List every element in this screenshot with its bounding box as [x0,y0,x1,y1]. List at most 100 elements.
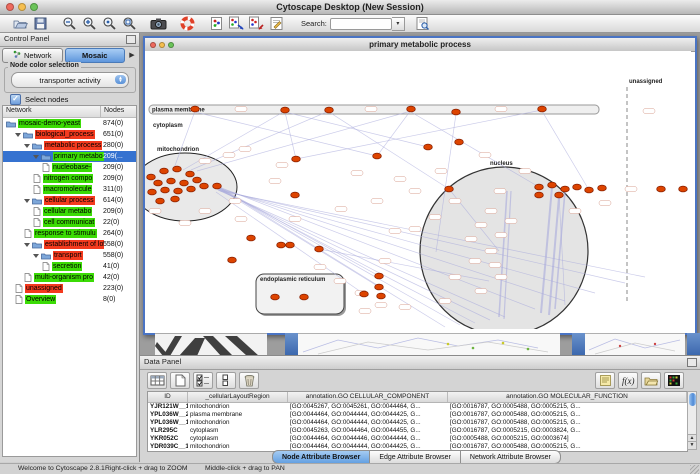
expand-arrow-icon[interactable] [33,254,39,258]
network-node[interactable] [187,186,196,192]
network-node[interactable] [445,186,454,192]
network-node[interactable] [147,174,156,180]
network-nodes-icon[interactable] [208,16,225,32]
background-window-edge[interactable] [285,333,298,355]
network-node[interactable] [281,107,290,113]
resize-grip[interactable] [690,465,699,474]
search-config-icon[interactable] [414,16,431,32]
tree-row-cellular-metabo[interactable]: cellular metabo209(0) [3,206,136,217]
network-edge[interactable] [542,111,589,190]
tree-row-cell-communicat[interactable]: cell communicat22(0) [3,217,136,228]
tree-row-cellular-process[interactable]: cellular process614(0) [3,195,136,206]
tab-node-attribute-browser[interactable]: Node Attribute Browser [272,450,370,464]
table-row[interactable]: YLR295Ccytoplasm[GO:0045263, GO:0044464,… [148,427,687,435]
network-node[interactable] [375,273,384,279]
select-nodes-checkbox[interactable]: ✓ [10,94,21,105]
tree-row-establishment-of-lo[interactable]: establishment of lo558(0) [3,239,136,250]
tree-row-macromolecule[interactable]: macromolecule311(0) [3,184,136,195]
network-node[interactable] [247,235,256,241]
network-node[interactable] [452,109,461,115]
network-node[interactable] [277,242,286,248]
tree-row-response-to-stimulu[interactable]: response to stimulu264(0) [3,228,136,239]
network-node[interactable] [213,183,222,189]
network-node[interactable] [548,182,557,188]
expand-arrow-icon[interactable] [24,144,30,148]
node-color-dropdown[interactable]: transporter activity ▲▼ [11,72,129,88]
table-row[interactable]: YPL036W__1mitochondrion[GO:0044464, GO:0… [148,419,687,427]
open-icon[interactable] [12,16,29,32]
tree-row-multi-organism-pro[interactable]: multi-organism pro42(0) [3,272,136,283]
network-node[interactable] [561,186,570,192]
network-node[interactable] [455,139,464,145]
network-node[interactable] [538,106,547,112]
network-node[interactable] [424,144,433,150]
network-node[interactable] [161,187,170,193]
tree-row-metabolic-process[interactable]: metabolic process280(0) [3,140,136,151]
scrollbar-thumb[interactable] [689,393,696,406]
network-export-icon[interactable] [248,16,265,32]
help-lifesaver-icon[interactable] [179,16,196,32]
network-node[interactable] [167,178,176,184]
column-header-3[interactable]: annotation.GO MOLECULAR_FUNCTION [448,392,687,402]
network-node[interactable] [315,246,324,252]
float-panel-icon[interactable] [687,358,697,367]
search-input[interactable] [330,18,392,30]
background-window-canvas[interactable] [298,333,560,355]
network-node[interactable] [535,184,544,190]
delete-attribute-icon[interactable] [239,372,259,389]
network-node[interactable] [186,171,195,177]
network-node[interactable] [156,198,165,204]
save-icon[interactable] [32,16,49,32]
tree-row-biological-process[interactable]: biological_process651(0) [3,129,136,140]
table-row[interactable]: YKR052Ccytoplasm[GO:0044464, GO:0044446,… [148,435,687,443]
network-edge[interactable] [183,111,285,170]
network-node[interactable] [679,186,688,192]
background-window-overview[interactable] [155,333,267,355]
search-dropdown-arrow[interactable]: ▾ [392,17,405,31]
snapshot-icon[interactable] [150,16,167,32]
network-node[interactable] [325,107,334,113]
network-node[interactable] [555,192,564,198]
network-edge[interactable] [285,112,296,159]
column-header-1[interactable]: _cellularLayoutRegion [188,392,288,402]
network-node[interactable] [657,186,666,192]
float-panel-icon[interactable] [126,35,136,44]
tab-edge-attribute-browser[interactable]: Edge Attribute Browser [370,450,461,464]
tree-row-nitrogen-compo[interactable]: nitrogen compo209(0) [3,173,136,184]
network-node[interactable] [373,153,382,159]
network-node[interactable] [271,294,280,300]
network-node[interactable] [173,166,182,172]
expand-arrow-icon[interactable] [33,155,39,159]
tree-row-nucleobase-[interactable]: nucleobase-209(0) [3,162,136,173]
network-node[interactable] [377,293,386,299]
notes-icon[interactable] [595,372,615,389]
table-scrollbar[interactable]: ▲ ▼ [687,391,697,450]
attribute-matrix-icon[interactable] [664,372,684,389]
network-node[interactable] [585,187,594,193]
expand-arrow-icon[interactable] [15,133,21,137]
network-import-icon[interactable] [228,16,245,32]
network-node[interactable] [375,284,384,290]
tree-column-nodes[interactable]: Nodes [101,106,136,117]
select-attributes-icon[interactable] [193,372,213,389]
tree-column-network[interactable]: Network [3,106,101,117]
tree-row-primary-metabo[interactable]: primary metabo209(... [3,151,136,162]
network-node[interactable] [407,106,416,112]
table-row[interactable]: YPL036W__2plasma membrane[GO:0044464, GO… [148,411,687,419]
network-node[interactable] [573,184,582,190]
tree-row-transport[interactable]: transport558(0) [3,250,136,261]
import-attributes-icon[interactable] [641,372,661,389]
network-node[interactable] [154,180,163,186]
network-node[interactable] [180,180,189,186]
network-window-titlebar[interactable]: primary metabolic process [145,38,695,52]
background-window-edge[interactable] [687,333,700,355]
network-node[interactable] [200,183,209,189]
scroll-down-icon[interactable]: ▼ [688,441,696,449]
network-node[interactable] [300,294,309,300]
network-canvas[interactable]: plasma membranecytoplasmmitochondrionnuc… [145,51,691,329]
network-node[interactable] [148,189,157,195]
network-node[interactable] [291,192,300,198]
network-node[interactable] [228,257,237,263]
attribute-table-icon[interactable] [147,372,167,389]
zoom-fit-icon[interactable] [121,16,138,32]
